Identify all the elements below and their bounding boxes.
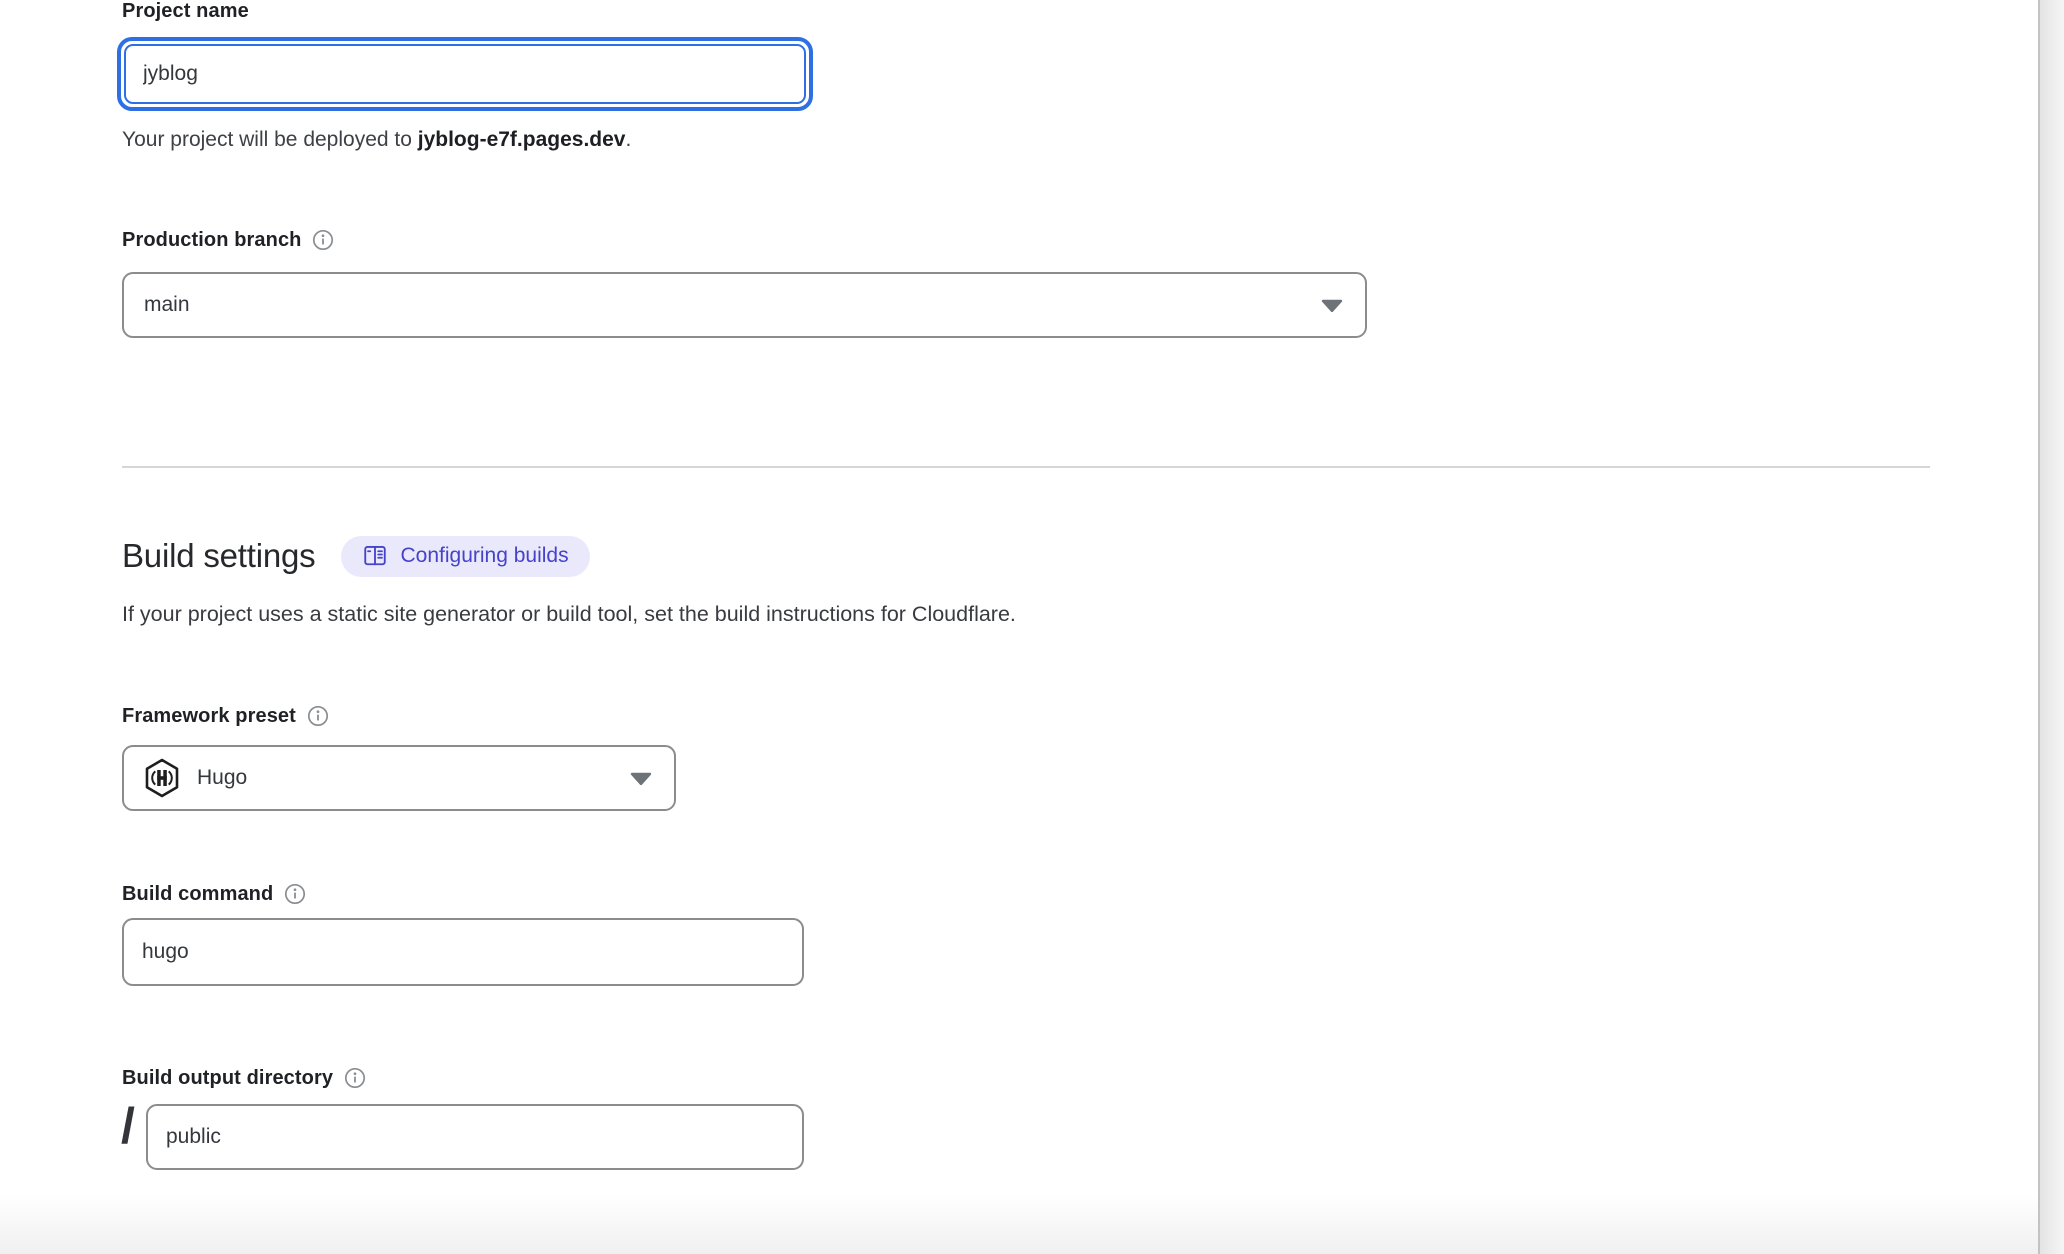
build-settings-heading-row: Build settings Configuring builds — [122, 532, 590, 580]
project-name-input-wrap — [117, 37, 813, 111]
path-root-slash: / — [121, 1096, 135, 1156]
info-icon[interactable] — [312, 229, 334, 251]
book-open-icon — [362, 543, 388, 569]
project-name-label: Project name — [122, 0, 249, 23]
deploy-note-domain: jyblog-e7f.pages.dev — [418, 128, 626, 151]
framework-preset-value: Hugo — [197, 766, 247, 790]
production-branch-value: main — [144, 293, 190, 317]
info-icon[interactable] — [307, 705, 329, 727]
pages-project-setup-form: Project name Your project will be deploy… — [0, 0, 2064, 1254]
deploy-note-prefix: Your project will be deployed to — [122, 128, 418, 151]
production-branch-label-row: Production branch — [122, 228, 334, 252]
production-branch-select[interactable]: main — [122, 272, 1367, 338]
production-branch-label: Production branch — [122, 228, 301, 252]
configuring-builds-link[interactable]: Configuring builds — [341, 536, 589, 577]
framework-preset-select[interactable]: Hugo — [122, 745, 676, 811]
build-settings-description: If your project uses a static site gener… — [122, 600, 1016, 629]
caret-down-icon — [630, 772, 654, 785]
build-output-directory-label-row: Build output directory — [122, 1066, 366, 1090]
build-command-label-row: Build command — [122, 882, 306, 906]
build-output-directory-label: Build output directory — [122, 1066, 333, 1090]
bottom-fade — [0, 1194, 2064, 1254]
configuring-builds-label: Configuring builds — [400, 544, 568, 568]
info-icon[interactable] — [344, 1067, 366, 1089]
vertical-scrollbar[interactable] — [2038, 0, 2064, 1254]
build-output-directory-input[interactable] — [146, 1104, 804, 1170]
framework-preset-label-row: Framework preset — [122, 704, 329, 728]
section-divider — [122, 466, 1930, 468]
build-command-label: Build command — [122, 882, 273, 906]
hugo-logo-icon — [144, 758, 180, 798]
build-command-input[interactable] — [122, 918, 804, 986]
caret-down-icon — [1321, 299, 1345, 312]
deploy-note: Your project will be deployed to jyblog-… — [122, 126, 631, 154]
framework-preset-label: Framework preset — [122, 704, 296, 728]
project-name-input[interactable] — [124, 44, 806, 104]
info-icon[interactable] — [284, 883, 306, 905]
deploy-note-suffix: . — [625, 128, 631, 151]
build-settings-heading: Build settings — [122, 537, 315, 575]
